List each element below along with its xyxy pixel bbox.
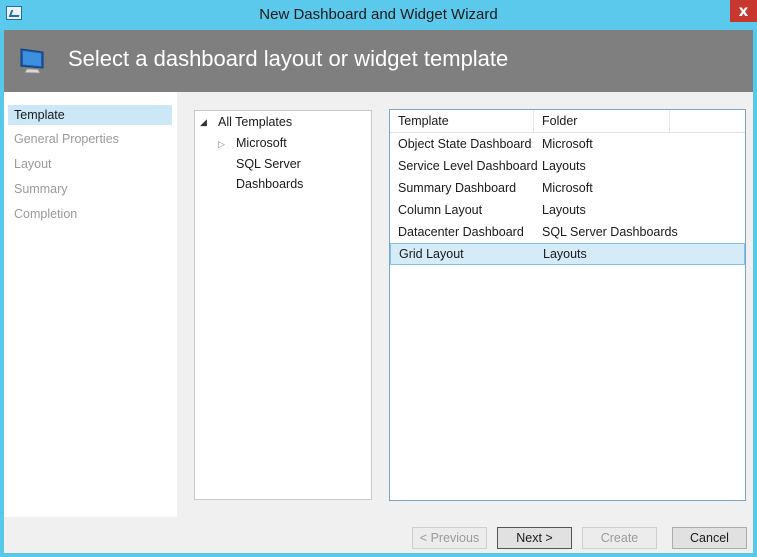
nav-step-general-properties[interactable]: General Properties xyxy=(8,129,172,149)
expanded-arrow-icon[interactable]: ◢ xyxy=(200,112,207,132)
page-title: Select a dashboard layout or widget temp… xyxy=(68,46,509,71)
template-grid[interactable]: Template Folder Object State Dashboard M… xyxy=(389,109,746,501)
nav-step-layout[interactable]: Layout xyxy=(8,154,172,174)
tree-item-microsoft[interactable]: Microsoft xyxy=(236,133,287,153)
cell-template: Service Level Dashboard xyxy=(398,159,538,173)
window-title: New Dashboard and Widget Wizard xyxy=(259,6,498,23)
table-row-selected[interactable]: Grid Layout Layouts xyxy=(390,243,745,265)
cell-folder: Layouts xyxy=(542,203,586,217)
nav-step-template[interactable]: Template xyxy=(8,105,172,125)
cell-folder: SQL Server Dashboards xyxy=(542,225,678,239)
column-header-folder[interactable]: Folder xyxy=(534,110,670,132)
cell-template: Object State Dashboard xyxy=(398,137,532,151)
nav-step-completion[interactable]: Completion xyxy=(8,204,172,224)
table-row[interactable]: Datacenter Dashboard SQL Server Dashboar… xyxy=(390,221,745,243)
grid-header: Template Folder xyxy=(390,110,745,133)
previous-button[interactable]: < Previous xyxy=(412,527,487,549)
cell-folder: Microsoft xyxy=(542,137,593,151)
table-row[interactable]: Service Level Dashboard Layouts xyxy=(390,155,745,177)
table-row[interactable]: Column Layout Layouts xyxy=(390,199,745,221)
next-button[interactable]: Next > xyxy=(497,527,572,549)
column-header-template[interactable]: Template xyxy=(390,110,534,132)
monitor-icon xyxy=(20,48,44,74)
wizard-body: Template General Properties Layout Summa… xyxy=(4,92,753,553)
wizard-steps-nav: Template General Properties Layout Summa… xyxy=(4,92,177,517)
cancel-button[interactable]: Cancel xyxy=(672,527,747,549)
nav-step-summary[interactable]: Summary xyxy=(8,179,172,199)
tree-item-sql-server-dashboards[interactable]: SQL Server Dashboards xyxy=(236,154,371,191)
cell-folder: Layouts xyxy=(543,247,587,261)
tree-item-all-templates[interactable]: All Templates xyxy=(218,112,292,132)
table-row[interactable]: Summary Dashboard Microsoft xyxy=(390,177,745,199)
cell-folder: Microsoft xyxy=(542,181,593,195)
cell-template: Grid Layout xyxy=(399,247,464,261)
collapsed-arrow-icon[interactable]: ▷ xyxy=(218,134,225,154)
template-folder-tree[interactable]: ◢ All Templates ▷ Microsoft SQL Server D… xyxy=(194,110,372,500)
create-button[interactable]: Create xyxy=(582,527,657,549)
cell-folder: Layouts xyxy=(542,159,586,173)
wizard-header: Select a dashboard layout or widget temp… xyxy=(4,30,753,92)
close-button[interactable]: x xyxy=(730,0,757,22)
cell-template: Datacenter Dashboard xyxy=(398,225,524,239)
table-row[interactable]: Object State Dashboard Microsoft xyxy=(390,133,745,155)
cell-template: Column Layout xyxy=(398,203,483,217)
cell-template: Summary Dashboard xyxy=(398,181,517,195)
title-bar: New Dashboard and Widget Wizard x xyxy=(0,0,757,30)
